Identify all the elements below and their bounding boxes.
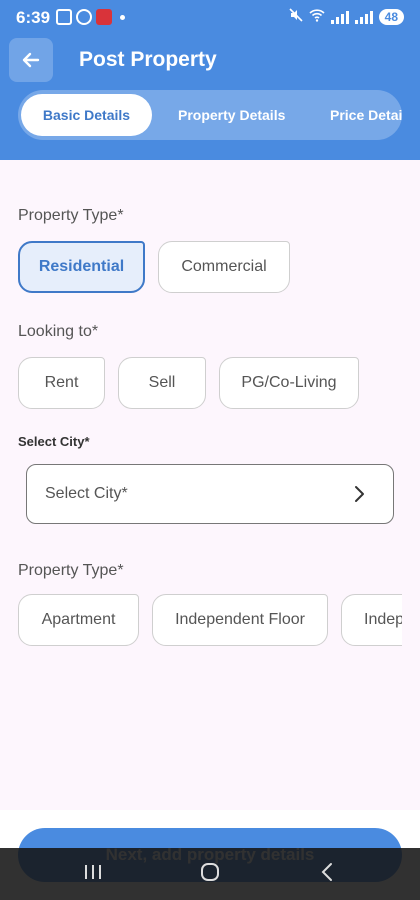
looking-to-label: Looking to* [18,323,99,340]
signal-2-icon [354,10,373,24]
system-navigation-bar [0,848,420,900]
city-select-dropdown[interactable]: Select City* [26,464,394,524]
option-pg-co-living[interactable]: PG/Co-Living [219,357,359,409]
option-sell[interactable]: Sell [118,357,206,409]
status-system-icons: 48 [289,8,404,25]
tab-basic-details[interactable]: Basic Details [21,94,152,136]
arrow-left-icon [22,52,40,68]
app-header: 6:39 48 Post Property Basic Details Prop… [0,0,420,160]
tab-price-details[interactable]: Price Detail [330,94,402,136]
more-notifications-dot-icon [120,14,125,20]
option-commercial[interactable]: Commercial [158,241,290,293]
select-city-label: Select City* [18,434,90,449]
home-button[interactable] [200,862,220,887]
option-apartment[interactable]: Apartment [18,594,139,646]
step-tabs: Basic Details Property Details Price Det… [18,90,402,140]
chevron-right-icon [353,485,365,508]
signal-icon [330,10,349,24]
status-time: 6:39 [16,8,51,27]
option-residential[interactable]: Residential [18,241,145,293]
home-icon [201,863,219,881]
mute-icon [289,8,303,25]
status-bar: 6:39 48 [0,0,420,36]
page-title: Post Property [79,48,217,71]
property-subtype-label: Property Type* [18,562,124,579]
option-independent-floor[interactable]: Independent Floor [152,594,328,646]
app-notification-icon [96,9,112,25]
tab-property-details[interactable]: Property Details [178,94,285,136]
recent-apps-icon [85,865,101,879]
property-subtype-scroll-row[interactable]: Apartment Independent Floor Indep [0,594,402,650]
city-select-placeholder: Select City* [45,485,128,502]
option-rent[interactable]: Rent [18,357,105,409]
recent-apps-button[interactable] [84,862,102,887]
wifi-icon [309,8,325,25]
system-back-button[interactable] [320,862,334,887]
battery-indicator: 48 [378,8,404,25]
phone-icon [76,9,92,25]
back-button[interactable] [9,38,53,82]
option-independent-house-partial[interactable]: Indep [341,594,402,646]
status-notification-icons [56,9,125,25]
chevron-left-icon [321,863,332,881]
property-type-label: Property Type* [18,207,124,224]
screenshot-icon [56,9,72,25]
